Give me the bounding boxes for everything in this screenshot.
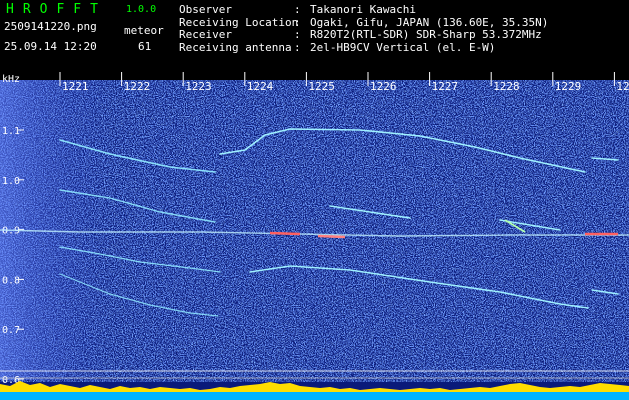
app-version: 1.0.0 xyxy=(126,4,157,15)
header-panel: HROFFT 1.0.0 2509141220.png 25.09.14 12:… xyxy=(0,0,629,72)
freq-tick-label: 1.0 xyxy=(2,176,20,187)
time-tick-label: 1224 xyxy=(247,80,274,93)
time-tick-label: 1229 xyxy=(555,80,582,93)
info-row-antenna: Receiving antenna:2el-HB9CV Vertical (el… xyxy=(179,40,496,54)
carrier-hotspot xyxy=(269,231,301,236)
time-tick-label: 1223 xyxy=(185,80,212,93)
meteor-count: 61 xyxy=(138,40,152,53)
time-tick-label: 1221 xyxy=(62,80,89,93)
meteor-label: meteor xyxy=(124,24,164,37)
date-time: 25.09.14 12:20 xyxy=(4,40,97,53)
freq-unit-label: kHz xyxy=(2,74,21,85)
freq-tick-label: 0.7 xyxy=(2,325,20,336)
time-axis-band xyxy=(0,72,629,80)
time-tick-label: 1227 xyxy=(432,80,459,93)
time-tick-label: 1222 xyxy=(124,80,151,93)
spectrogram: 1221 1222 1223 1224 1225 1226 1227 1228 1229 1230… xyxy=(0,72,629,400)
file-name: 2509141220.png xyxy=(4,20,97,33)
time-tick-label: 1226 xyxy=(370,80,397,93)
level-base xyxy=(0,392,629,400)
freq-tick-label: 0.8 xyxy=(2,275,20,286)
app-name: HROFFT xyxy=(6,2,107,17)
carrier-hotspot xyxy=(317,234,346,239)
time-tick-label: 1225 xyxy=(308,80,335,93)
time-tick-label: 1228 xyxy=(493,80,520,93)
time-tick-label: 1230 xyxy=(616,80,629,93)
freq-tick-label: 1.1 xyxy=(2,126,20,137)
station-info: Observer: Takanori Kawachi Receiving Loca… xyxy=(179,3,548,54)
